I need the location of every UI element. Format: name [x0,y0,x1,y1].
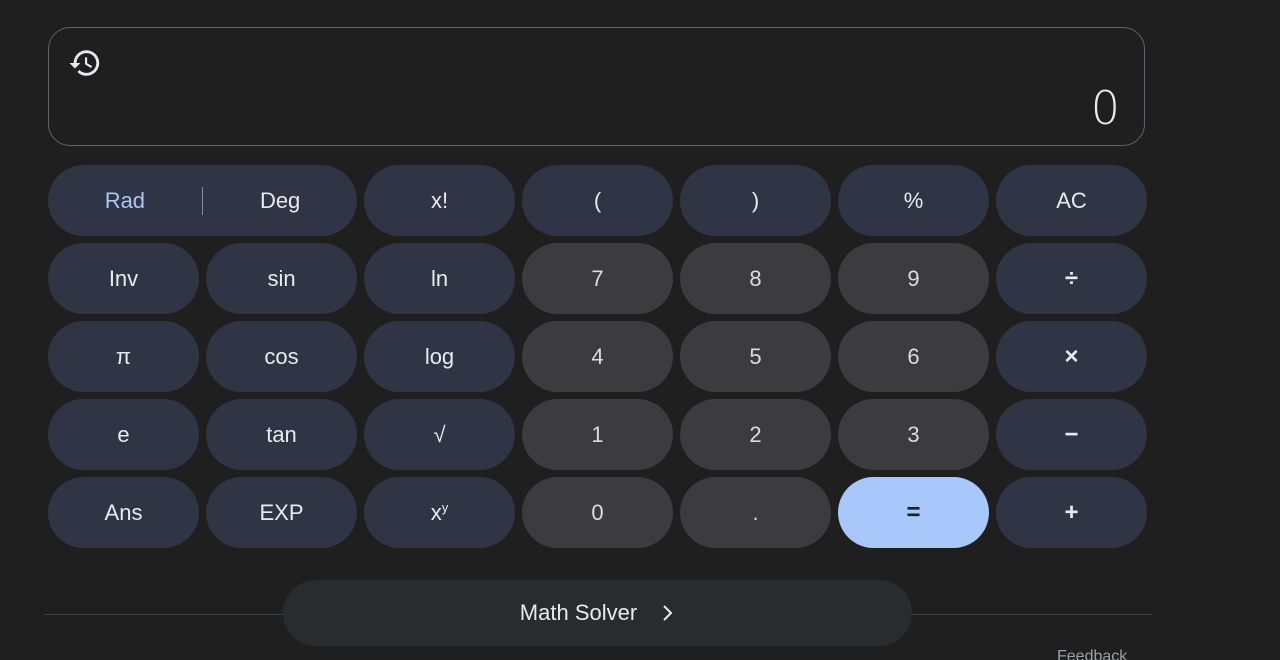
percent-button[interactable]: % [838,165,989,236]
power-button[interactable]: xy [364,477,515,548]
digit-0-button[interactable]: 0 [522,477,673,548]
digit-5-button[interactable]: 5 [680,321,831,392]
display-value: 0 [1090,81,1120,135]
history-icon[interactable] [66,44,104,82]
digit-8-button[interactable]: 8 [680,243,831,314]
exp-button[interactable]: EXP [206,477,357,548]
angle-mode-toggle: Rad Deg [48,165,357,236]
divide-button[interactable]: ÷ [996,243,1147,314]
digit-1-button[interactable]: 1 [522,399,673,470]
power-base-label: x [430,499,442,525]
sqrt-button[interactable]: √ [364,399,515,470]
ans-button[interactable]: Ans [48,477,199,548]
clear-button[interactable]: AC [996,165,1147,236]
inv-button[interactable]: Inv [48,243,199,314]
feedback-link[interactable]: Feedback [1057,648,1127,660]
power-exponent-label: y [441,500,449,515]
multiply-button[interactable]: × [996,321,1147,392]
log-button[interactable]: log [364,321,515,392]
close-paren-button[interactable]: ) [680,165,831,236]
digit-3-button[interactable]: 3 [838,399,989,470]
plus-button[interactable]: + [996,477,1147,548]
factorial-button[interactable]: x! [364,165,515,236]
calculator-display: 0 [48,27,1145,146]
decimal-button[interactable]: . [680,477,831,548]
chevron-right-icon [661,604,675,622]
digit-7-button[interactable]: 7 [522,243,673,314]
digit-4-button[interactable]: 4 [522,321,673,392]
sin-button[interactable]: sin [206,243,357,314]
equals-button[interactable]: = [838,477,989,548]
e-button[interactable]: e [48,399,199,470]
open-paren-button[interactable]: ( [522,165,673,236]
calculator-widget: 0 Rad Deg x! ( ) % AC Inv sin ln 7 8 9 ÷… [0,0,1280,660]
ln-button[interactable]: ln [364,243,515,314]
rad-button[interactable]: Rad [48,165,202,236]
cos-button[interactable]: cos [206,321,357,392]
pi-button[interactable]: π [48,321,199,392]
digit-6-button[interactable]: 6 [838,321,989,392]
minus-button[interactable]: − [996,399,1147,470]
tan-button[interactable]: tan [206,399,357,470]
math-solver-label: Math Solver [519,600,638,625]
digit-2-button[interactable]: 2 [680,399,831,470]
math-solver-button[interactable]: Math Solver [283,580,912,646]
digit-9-button[interactable]: 9 [838,243,989,314]
deg-button[interactable]: Deg [203,165,357,236]
